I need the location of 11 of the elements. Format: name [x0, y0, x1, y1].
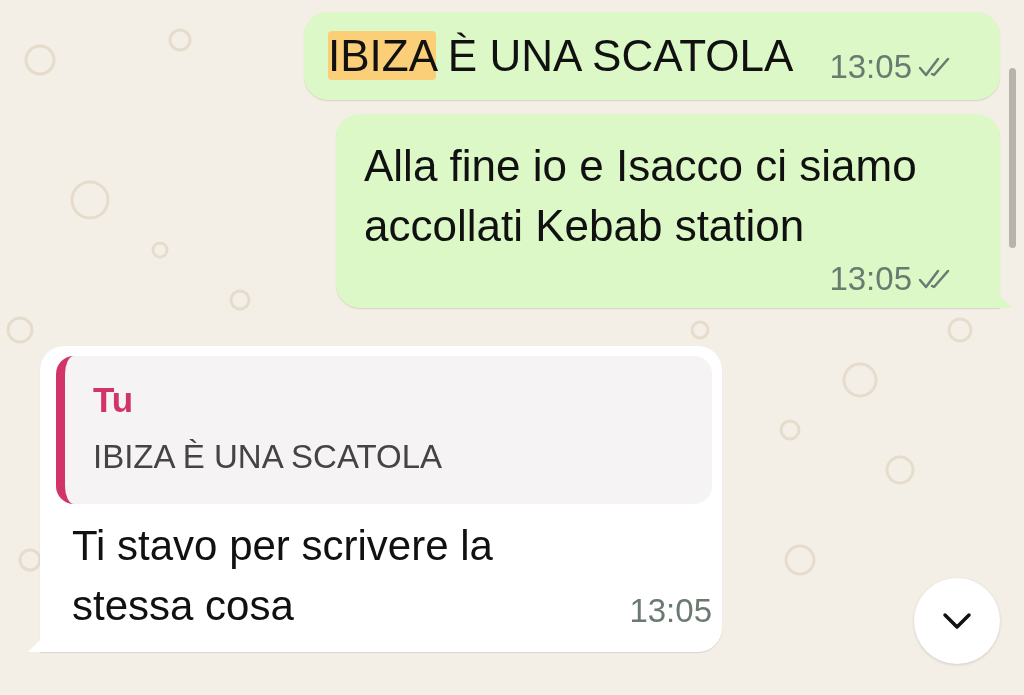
quote-text: IBIZA È UNA SCATOLA — [93, 438, 444, 476]
message-time: 13:05 — [829, 48, 912, 86]
message-text: IBIZA È UNA SCATOLA — [328, 30, 794, 82]
scrollbar[interactable] — [1009, 68, 1016, 248]
message-time: 13:05 — [829, 260, 912, 298]
quoted-message[interactable]: Tu IBIZA È UNA SCATOLA — [56, 356, 712, 504]
message-text: Alla fine io e Isacco ci siamo accollati Kebab station — [364, 140, 918, 252]
message-time: 13:05 — [629, 592, 712, 631]
chevron-down-icon — [942, 612, 972, 630]
message-text: Ti stavo per scrivere la stessa cosa — [72, 521, 494, 631]
quote-author: Tu — [93, 380, 135, 420]
